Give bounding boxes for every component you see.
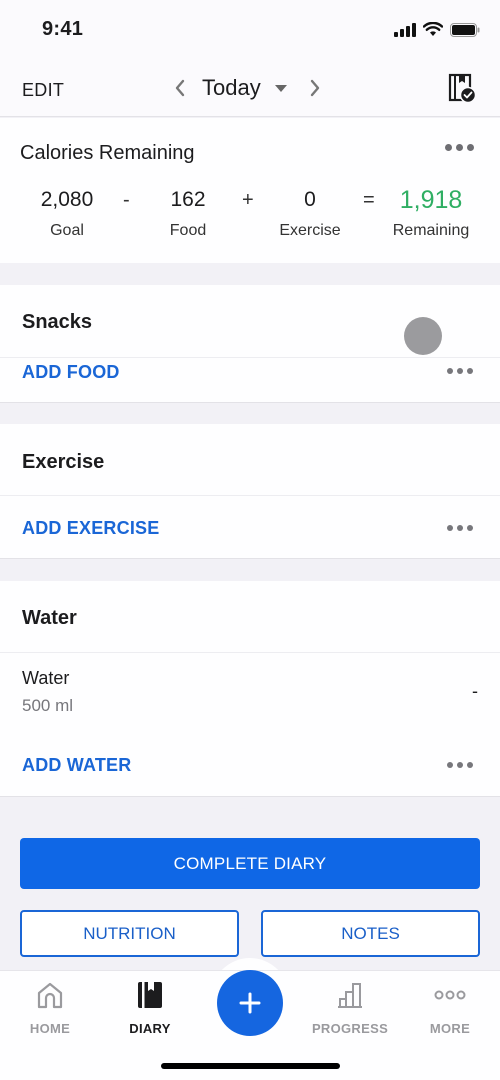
water-entry-name: Water — [22, 668, 70, 688]
tab-progress[interactable]: PROGRESS — [300, 979, 400, 1036]
more-dots-icon — [447, 762, 453, 768]
exercise-label: Exercise — [279, 222, 341, 239]
water-entry-amount: 500 ml — [22, 696, 74, 715]
remaining-column: 1,918 Remaining — [381, 186, 481, 240]
exercise-title[interactable]: Exercise — [22, 451, 104, 474]
water-more-button[interactable] — [447, 762, 473, 768]
touch-indicator — [404, 317, 442, 355]
remaining-value: 1,918 — [399, 186, 463, 214]
tab-diary[interactable]: DIARY — [100, 979, 200, 1036]
caret-down-icon[interactable] — [274, 84, 287, 92]
calories-remaining-card[interactable]: Calories Remaining 2,080 Goal - 162 Food… — [0, 118, 500, 263]
exercise-section: Exercise ADD EXERCISE — [0, 424, 500, 559]
food-label: Food — [169, 222, 207, 239]
water-title[interactable]: Water — [22, 607, 77, 630]
divider — [0, 357, 500, 358]
goal-label: Goal — [50, 222, 84, 239]
home-icon — [37, 982, 63, 1009]
status-bar: 9:41 — [0, 0, 500, 60]
more-dots-icon — [447, 368, 453, 374]
goal-value: 2,080 — [40, 188, 94, 211]
wifi-icon — [423, 22, 443, 36]
snacks-more-button[interactable] — [447, 368, 473, 374]
goal-column: 2,080 Goal — [17, 186, 117, 240]
tab-more[interactable]: MORE — [400, 979, 500, 1036]
tab-home-label: HOME — [29, 1021, 71, 1036]
tab-progress-label: PROGRESS — [311, 1021, 389, 1036]
date-label[interactable]: Today — [202, 75, 261, 101]
battery-icon — [450, 22, 480, 37]
plus-icon — [239, 992, 261, 1014]
diary-header: EDIT Today — [0, 60, 500, 117]
snacks-title[interactable]: Snacks — [22, 311, 92, 334]
next-day-button[interactable] — [305, 74, 325, 102]
food-value: 162 — [170, 188, 206, 211]
home-indicator[interactable] — [161, 1063, 340, 1069]
nutrition-button[interactable]: NUTRITION — [20, 910, 239, 957]
tab-more-label: MORE — [429, 1021, 471, 1036]
exercise-value: 0 — [304, 188, 316, 211]
tab-diary-label: DIARY — [129, 1021, 171, 1036]
add-water-button[interactable]: ADD WATER — [22, 755, 131, 776]
exercise-column: 0 Exercise — [260, 186, 360, 240]
divider — [0, 495, 500, 496]
previous-day-button[interactable] — [170, 74, 190, 102]
diary-icon — [138, 982, 162, 1008]
equals-operator: = — [363, 189, 375, 211]
add-exercise-button[interactable]: ADD EXERCISE — [22, 518, 159, 539]
chevron-right-icon — [310, 79, 319, 97]
water-section: Water Water 500 ml - ADD WATER — [0, 581, 500, 797]
calories-title: Calories Remaining — [20, 142, 195, 164]
diary-complete-button[interactable] — [448, 73, 477, 104]
exercise-more-button[interactable] — [447, 525, 473, 531]
minus-operator: - — [123, 189, 130, 211]
more-icon — [434, 990, 466, 1000]
date-navigator: Today — [170, 74, 325, 102]
complete-diary-button[interactable]: COMPLETE DIARY — [20, 838, 480, 889]
add-food-button[interactable]: ADD FOOD — [22, 362, 120, 383]
edit-button[interactable]: EDIT — [22, 80, 64, 101]
notes-button[interactable]: NOTES — [261, 910, 480, 957]
diary-complete-icon — [448, 73, 477, 104]
signal-icon — [394, 22, 416, 37]
progress-icon — [338, 983, 362, 1008]
status-icons — [394, 22, 480, 37]
plus-operator: + — [242, 189, 254, 211]
tab-home[interactable]: HOME — [0, 979, 100, 1036]
water-entry[interactable]: Water 500 ml - — [0, 653, 500, 723]
status-time: 9:41 — [42, 18, 84, 40]
calories-more-button[interactable] — [445, 144, 474, 151]
water-entry-calories: - — [472, 681, 478, 701]
food-column: 162 Food — [138, 186, 238, 240]
more-dots-icon — [445, 144, 452, 151]
calories-equation: 2,080 Goal - 162 Food + 0 Exercise = 1,9… — [0, 186, 500, 246]
chevron-left-icon — [175, 79, 185, 97]
remaining-label: Remaining — [392, 222, 470, 239]
more-dots-icon — [447, 525, 453, 531]
add-fab-button[interactable] — [217, 970, 283, 1036]
